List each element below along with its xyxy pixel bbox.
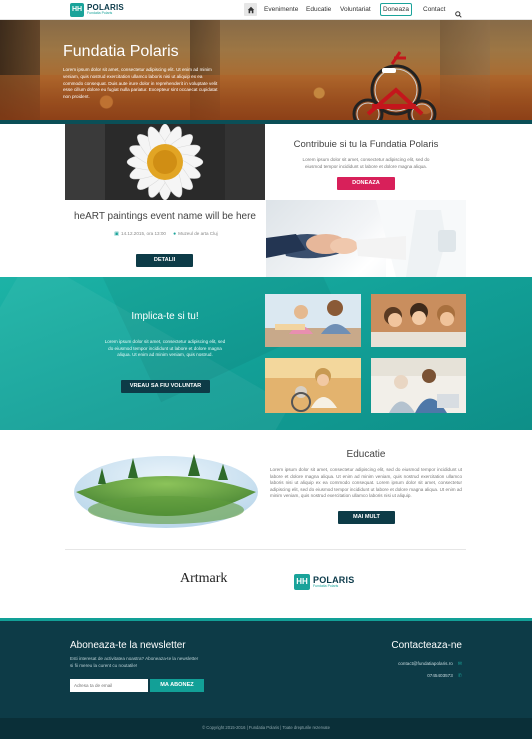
contact-email[interactable]: contact@fundatiapolaris.ro: [398, 661, 453, 666]
volunteer-photo-2: [371, 294, 466, 347]
footer-accent-line: [0, 618, 532, 621]
event-location: Muzeul de arta Cluj: [178, 231, 218, 236]
hero-banner: Fundatia Polaris Lorem ipsum dolor sit a…: [0, 20, 532, 120]
education-title: Educatie: [346, 449, 386, 460]
mail-icon: ✉: [457, 661, 462, 667]
logo-tagline: Fundatia Polaris: [87, 11, 113, 16]
donate-nav-button[interactable]: Doneaza: [380, 3, 412, 16]
contribute-title: Contribuie si tu la Fundatia Polaris: [293, 139, 439, 150]
phone-icon: ✆: [457, 673, 462, 679]
event-details-button[interactable]: DETALII: [136, 254, 193, 267]
volunteer-photo-3: [265, 358, 361, 413]
volunteer-button[interactable]: VREAU SA FIU VOLUNTAR: [121, 380, 210, 393]
daisy-image: [65, 124, 265, 200]
event-date: 14.12.2015, ora 13:00: [121, 231, 166, 236]
education-text: Lorem ipsum dolor sit amet, consectetur …: [270, 467, 462, 499]
nav-item-educatie[interactable]: Educatie: [306, 6, 331, 13]
site-logo[interactable]: HH POLARIS Fundatia Polaris: [70, 2, 124, 18]
volunteer-title: Implica-te si tu!: [131, 311, 199, 322]
home-icon[interactable]: [244, 3, 257, 16]
hero-title: Fundatia Polaris: [63, 43, 179, 60]
volunteer-photo-4: [371, 358, 466, 413]
volunteer-photo-1: [265, 294, 361, 347]
contact-title: Contacteaza-ne: [391, 640, 462, 651]
partner-polaris-logo[interactable]: HH POLARIS Fundatia Polaris: [294, 574, 354, 590]
location-icon: ●: [173, 231, 177, 237]
logo-mark: HH: [70, 3, 84, 17]
tricycle-image: [352, 51, 437, 120]
nav-item-contact[interactable]: Contact: [423, 6, 445, 13]
nav-item-evenimente[interactable]: Evenimente: [264, 6, 298, 13]
volunteer-text: Lorem ipsum dolor sit amet, consectetur …: [104, 339, 226, 358]
globe-image: [68, 440, 264, 534]
contact-email-row[interactable]: contact@fundatiapolaris.ro ✉: [340, 661, 462, 667]
education-more-button[interactable]: MAI MULT: [338, 511, 395, 524]
event-title: heART paintings event name will be here: [74, 211, 256, 222]
section-divider: [65, 549, 466, 550]
donate-button[interactable]: DONEAZA: [337, 177, 395, 190]
partner-artmark-logo[interactable]: Artmark: [180, 571, 227, 587]
contribute-text: Lorem ipsum dolor sit amet, consectetur …: [302, 157, 430, 169]
newsletter-text: Esti interesat de activitatea noastra? A…: [70, 656, 199, 668]
partner-logo-mark: HH: [294, 574, 310, 590]
copyright-text: © Copyright 2015-2016 | Fundatia Polaris…: [202, 725, 330, 730]
page: HH POLARIS Fundatia Polaris Evenimente E…: [0, 0, 532, 739]
top-navigation: HH POLARIS Fundatia Polaris Evenimente E…: [0, 0, 532, 20]
partner-logo-tagline: Fundatia Polaris: [313, 583, 339, 588]
doctor-handshake-image: [266, 200, 466, 277]
newsletter-email-input[interactable]: [70, 679, 148, 692]
contact-phone-row[interactable]: 0745403573 ✆: [340, 673, 462, 679]
nav-item-voluntariat[interactable]: Voluntariat: [340, 6, 371, 13]
contact-phone[interactable]: 0745403573: [427, 673, 453, 678]
subscribe-button[interactable]: MA ABONEZ: [150, 679, 204, 692]
hero-text: Lorem ipsum dolor sit amet, consectetur …: [63, 67, 218, 100]
calendar-icon: ▣: [114, 231, 120, 237]
event-meta: ▣ 14.12.2015, ora 13:00 ● Muzeul de arta C…: [65, 231, 265, 237]
newsletter-title: Aboneaza-te la newsletter: [70, 640, 186, 651]
